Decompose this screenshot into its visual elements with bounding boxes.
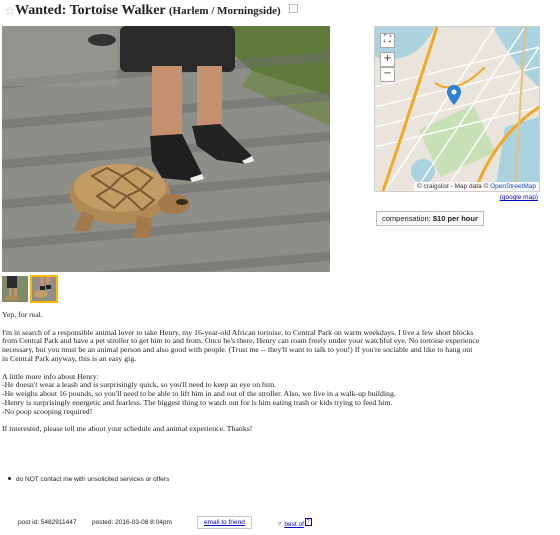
body-line: in Central Park anyway, this is an easy … xyxy=(2,353,137,363)
openstreetmap-link[interactable]: OpenStreetMap xyxy=(490,183,536,190)
posting-location: (Harlem / Morningside) xyxy=(168,5,281,17)
posted-date: posted: 2016-03-08 8:04pm xyxy=(92,519,172,526)
zoom-out-icon[interactable]: − xyxy=(380,67,395,82)
body-greeting: Yep, for real. xyxy=(2,310,43,319)
photo-illustration xyxy=(2,26,330,272)
body-line: -No poop scooping required! xyxy=(2,406,93,416)
compensation-label: compensation: xyxy=(382,214,431,223)
fullscreen-map-icon[interactable]: ⛶ xyxy=(380,33,395,48)
notice-item: do NOT contact me with unsolicited servi… xyxy=(16,476,170,483)
map-attribution: © craigslist - Map data © OpenStreetMap xyxy=(413,182,539,191)
best-of: ♥ best of? xyxy=(277,518,312,528)
post-id: post id: 5482911447 xyxy=(18,519,77,526)
thumbnail-1-image xyxy=(2,276,28,302)
google-map-link[interactable]: (google map) xyxy=(500,194,538,201)
email-to-friend-button[interactable]: email to friend xyxy=(197,516,252,529)
posting-title-text: Wanted: Tortoise Walker xyxy=(15,3,166,18)
location-map[interactable]: ⛶ + − © craigslist - Map data © OpenStre… xyxy=(374,26,540,192)
best-of-link[interactable]: best of xyxy=(284,521,304,528)
map-attribution-text: © craigslist - Map data © xyxy=(416,183,489,190)
thumbnail-1[interactable] xyxy=(2,276,28,302)
zoom-in-icon[interactable]: + xyxy=(380,52,395,67)
posting-title: Wanted: Tortoise Walker (Harlem / Mornin… xyxy=(15,3,299,19)
main-photo[interactable] xyxy=(2,26,330,272)
map-pin-icon xyxy=(447,85,461,105)
compensation-value: $10 per hour xyxy=(432,214,478,223)
map-tiles xyxy=(375,27,539,191)
best-of-help-icon[interactable]: ? xyxy=(304,518,312,526)
hide-posting-icon[interactable] xyxy=(289,4,299,13)
body-paragraph-1: I'm in search of a responsible animal lo… xyxy=(2,328,542,364)
notice-list: do NOT contact me with unsolicited servi… xyxy=(8,476,169,483)
compensation-box: compensation: $10 per hour xyxy=(376,211,484,226)
thumbnail-2-image xyxy=(31,276,57,302)
thumbnail-2-selected[interactable] xyxy=(30,275,58,303)
favorite-star-icon[interactable]: ☆ xyxy=(4,4,16,19)
heart-icon: ♥ xyxy=(277,521,283,528)
body-paragraph-2: A little more info about Henry: -He does… xyxy=(2,372,542,417)
body-closing: If interested, please tell me about your… xyxy=(2,424,253,434)
bullet-icon xyxy=(8,477,11,480)
posting-body: Yep, for real. I'm in search of a respon… xyxy=(2,310,542,443)
